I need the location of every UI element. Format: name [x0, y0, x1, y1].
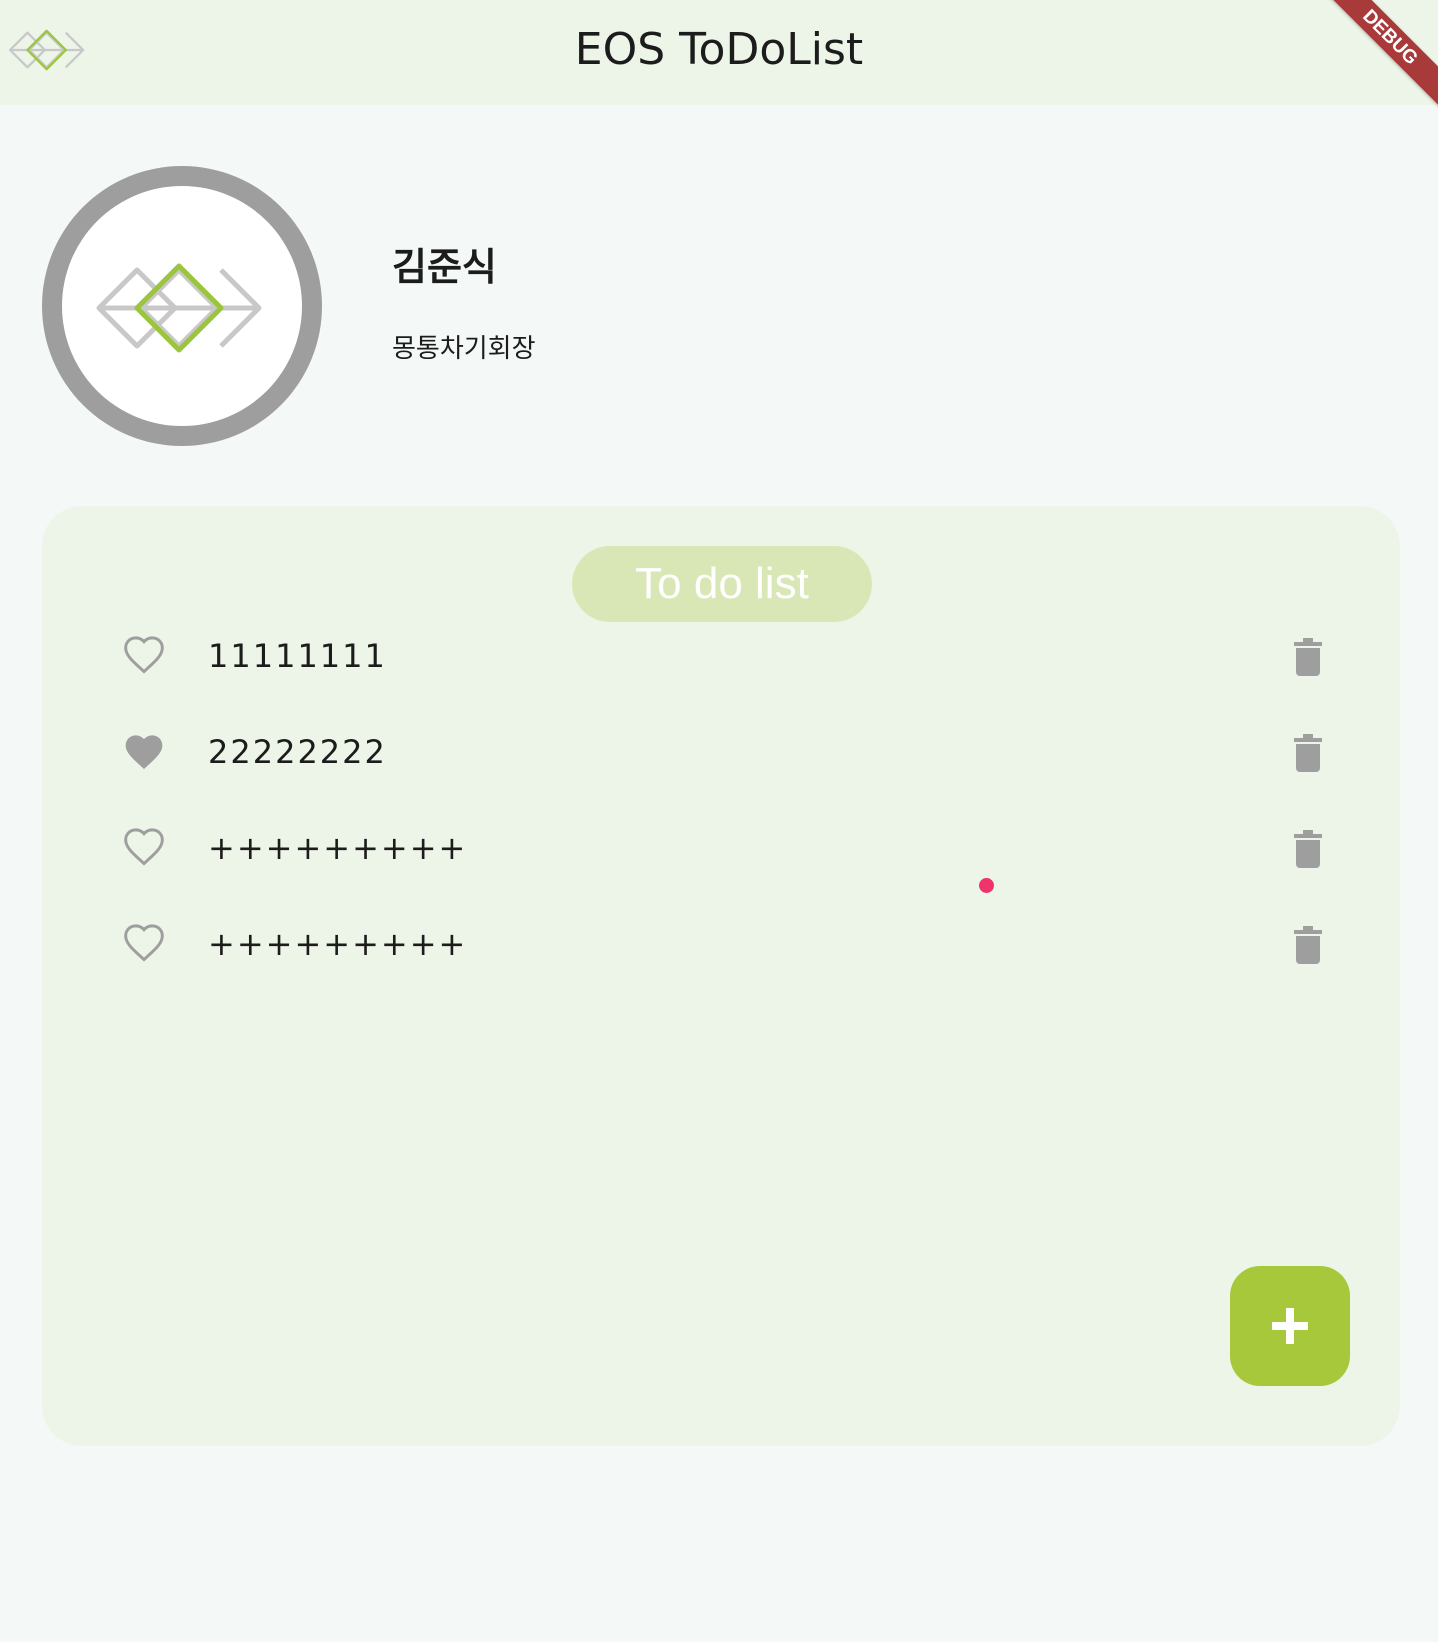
avatar	[42, 166, 322, 446]
todo-item-text: +++++++++	[208, 925, 468, 963]
heart-outline-icon[interactable]	[122, 826, 166, 870]
todo-item[interactable]: 22222222	[42, 704, 1400, 800]
eos-logo-icon	[96, 263, 262, 353]
todo-item[interactable]: +++++++++	[42, 896, 1400, 992]
app-title: EOS ToDoList	[574, 24, 864, 75]
todo-card: To do list 11111111 22222222 +++++++++ +…	[42, 506, 1400, 1446]
app-bar: EOS ToDoList	[0, 0, 1438, 105]
trash-icon[interactable]	[1294, 830, 1322, 868]
profile-name: 김준식	[392, 245, 497, 289]
heart-filled-icon[interactable]	[122, 730, 166, 774]
add-todo-button[interactable]	[1230, 1266, 1350, 1386]
heart-outline-icon[interactable]	[122, 634, 166, 678]
trash-icon[interactable]	[1294, 734, 1322, 772]
todo-item-text: 22222222	[208, 733, 387, 771]
debug-banner: DEBUG	[1318, 0, 1438, 120]
touch-indicator	[979, 878, 994, 893]
todo-item[interactable]: 11111111	[42, 608, 1400, 704]
debug-banner-label: DEBUG	[1318, 0, 1438, 118]
heart-outline-icon[interactable]	[122, 922, 166, 966]
todo-item-text: 11111111	[208, 637, 387, 675]
profile-role: 몽통차기회장	[392, 334, 536, 364]
todo-item-text: +++++++++	[208, 829, 468, 867]
plus-icon	[1272, 1308, 1308, 1344]
trash-icon[interactable]	[1294, 926, 1322, 964]
todo-item[interactable]: +++++++++	[42, 800, 1400, 896]
trash-icon[interactable]	[1294, 638, 1322, 676]
